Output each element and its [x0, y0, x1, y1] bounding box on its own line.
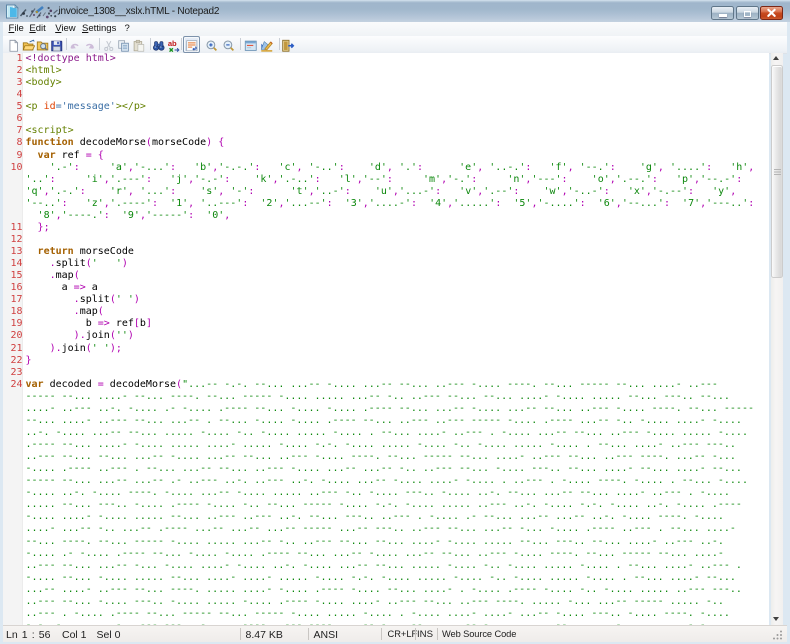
svg-text:ab: ab: [168, 39, 177, 48]
